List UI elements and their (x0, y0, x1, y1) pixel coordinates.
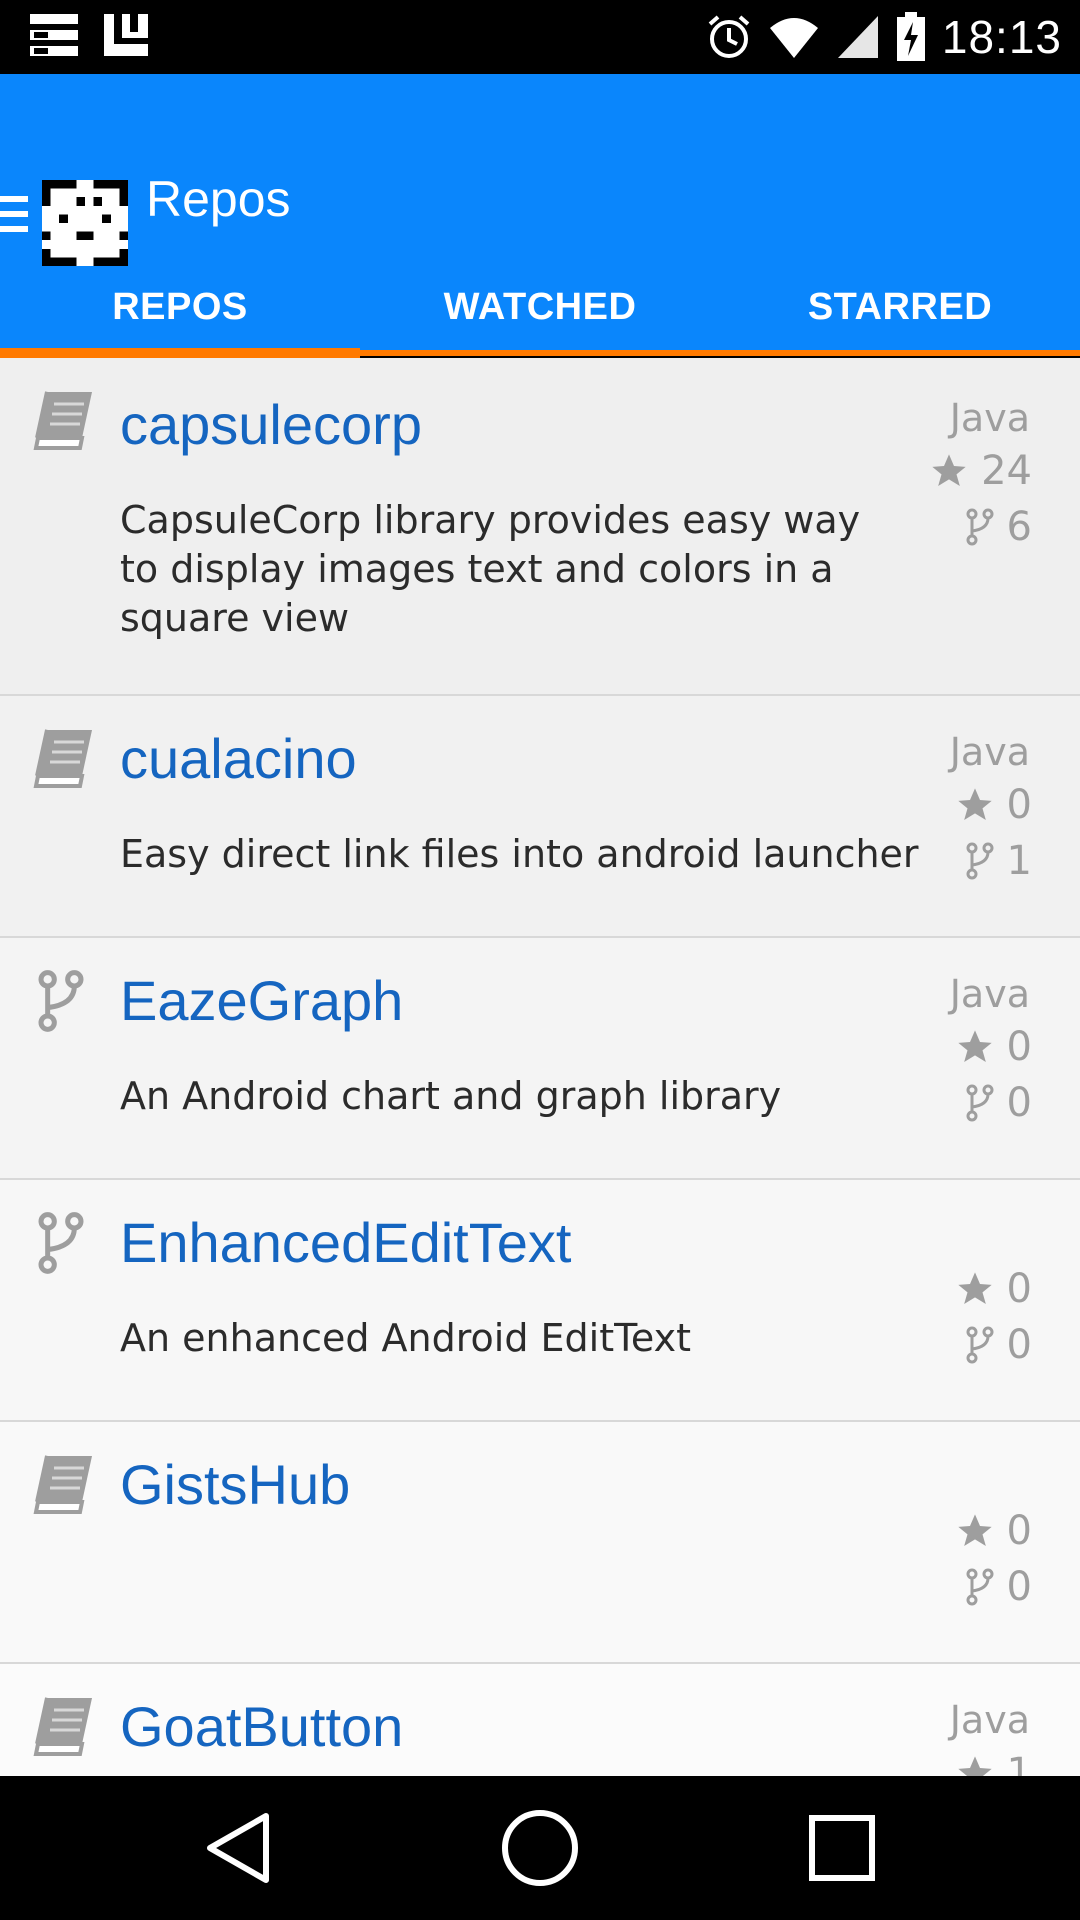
fork-icon (38, 970, 84, 1032)
repo-name[interactable]: EnhancedEditText (120, 1210, 571, 1275)
toolbar-title: Repos (146, 171, 291, 227)
repo-language: Java (949, 396, 1030, 440)
tab-starred[interactable]: STARRED (720, 262, 1080, 352)
star-icon (932, 454, 966, 486)
repo-book-icon (33, 1697, 92, 1756)
star-count: 0 (955, 1508, 1032, 1554)
fork-count-value: 0 (1006, 1080, 1032, 1126)
star-icon (957, 1756, 992, 1776)
star-icon (957, 1030, 992, 1062)
fork-count: 0 (965, 1322, 1032, 1368)
recents-icon[interactable] (800, 1806, 884, 1890)
star-count: 0 (955, 1266, 1032, 1312)
fork-count-value: 6 (1006, 504, 1032, 550)
fork-count: 0 (965, 1080, 1032, 1126)
fork-icon (966, 842, 994, 880)
list-item[interactable]: GistsHub 0 0 (0, 1422, 1080, 1664)
star-count-value: 0 (1006, 1266, 1032, 1312)
repo-language: Java (949, 730, 1030, 774)
repo-name[interactable]: GoatButton (120, 1694, 403, 1759)
repo-description: Easy direct link files into android laun… (120, 832, 919, 876)
fork-icon (38, 1212, 84, 1274)
battery-charging-icon (896, 12, 925, 61)
back-icon[interactable] (196, 1806, 280, 1890)
star-count-value: 24 (981, 448, 1032, 494)
repo-name[interactable]: EazeGraph (120, 968, 403, 1033)
star-count-value: 0 (1006, 1508, 1032, 1554)
repo-description: An enhanced Android EditText (120, 1316, 691, 1360)
repo-name[interactable]: capsulecorp (120, 392, 422, 457)
star-icon (957, 1272, 992, 1304)
fork-count: 1 (965, 838, 1032, 884)
fork-count-value: 0 (1006, 1564, 1032, 1610)
notification-icon (30, 14, 78, 56)
repo-description: An Android chart and graph library (120, 1074, 782, 1118)
star-icon (957, 1514, 992, 1546)
app-notification-icon (104, 14, 148, 56)
star-count: 1 (955, 1750, 1032, 1776)
star-icon (957, 788, 992, 820)
fork-icon (966, 1326, 994, 1364)
fork-icon (966, 1568, 994, 1606)
star-count-value: 1 (1006, 1750, 1032, 1776)
home-icon[interactable] (498, 1806, 582, 1890)
list-item[interactable]: GoatButton Java 1 (0, 1664, 1080, 1776)
star-count-value: 0 (1006, 782, 1032, 828)
avatar[interactable] (42, 180, 128, 266)
star-count-value: 0 (1006, 1024, 1032, 1070)
star-count: 0 (955, 782, 1032, 828)
fork-icon (966, 1084, 994, 1122)
repo-list[interactable]: capsulecorp CapsuleCorp library provides… (0, 358, 1080, 1776)
repo-book-icon (33, 1455, 92, 1514)
fork-count-value: 1 (1006, 838, 1032, 884)
star-count: 24 (929, 448, 1032, 494)
tab-bar: REPOS WATCHED STARRED (0, 262, 1080, 352)
repo-name[interactable]: GistsHub (120, 1452, 350, 1517)
repo-book-icon (33, 729, 92, 788)
navigation-bar (0, 1776, 1080, 1920)
wifi-icon (769, 18, 818, 58)
repo-description: CapsuleCorp library provides easy way to… (120, 498, 861, 640)
alarm-icon (708, 15, 750, 58)
menu-icon[interactable] (0, 196, 30, 246)
tab-repos[interactable]: REPOS (0, 262, 360, 352)
status-bar: 18:13 (0, 0, 1080, 74)
star-count: 0 (955, 1024, 1032, 1070)
list-item[interactable]: capsulecorp CapsuleCorp library provides… (0, 358, 1080, 696)
list-item[interactable]: cualacino Easy direct link files into an… (0, 696, 1080, 938)
fork-count-value: 0 (1006, 1322, 1032, 1368)
signal-icon (837, 16, 878, 58)
tab-watched[interactable]: WATCHED (360, 262, 720, 352)
list-item[interactable]: EazeGraph An Android chart and graph lib… (0, 938, 1080, 1180)
fork-icon (966, 508, 994, 546)
fork-count: 0 (965, 1564, 1032, 1610)
repo-book-icon (33, 391, 92, 450)
clock: 18:13 (941, 11, 1062, 63)
repo-name[interactable]: cualacino (120, 726, 357, 791)
tab-indicator (0, 348, 360, 358)
fork-count: 6 (965, 504, 1032, 550)
repo-language: Java (949, 1698, 1030, 1742)
repo-language: Java (949, 972, 1030, 1016)
list-item[interactable]: EnhancedEditText An enhanced Android Edi… (0, 1180, 1080, 1422)
